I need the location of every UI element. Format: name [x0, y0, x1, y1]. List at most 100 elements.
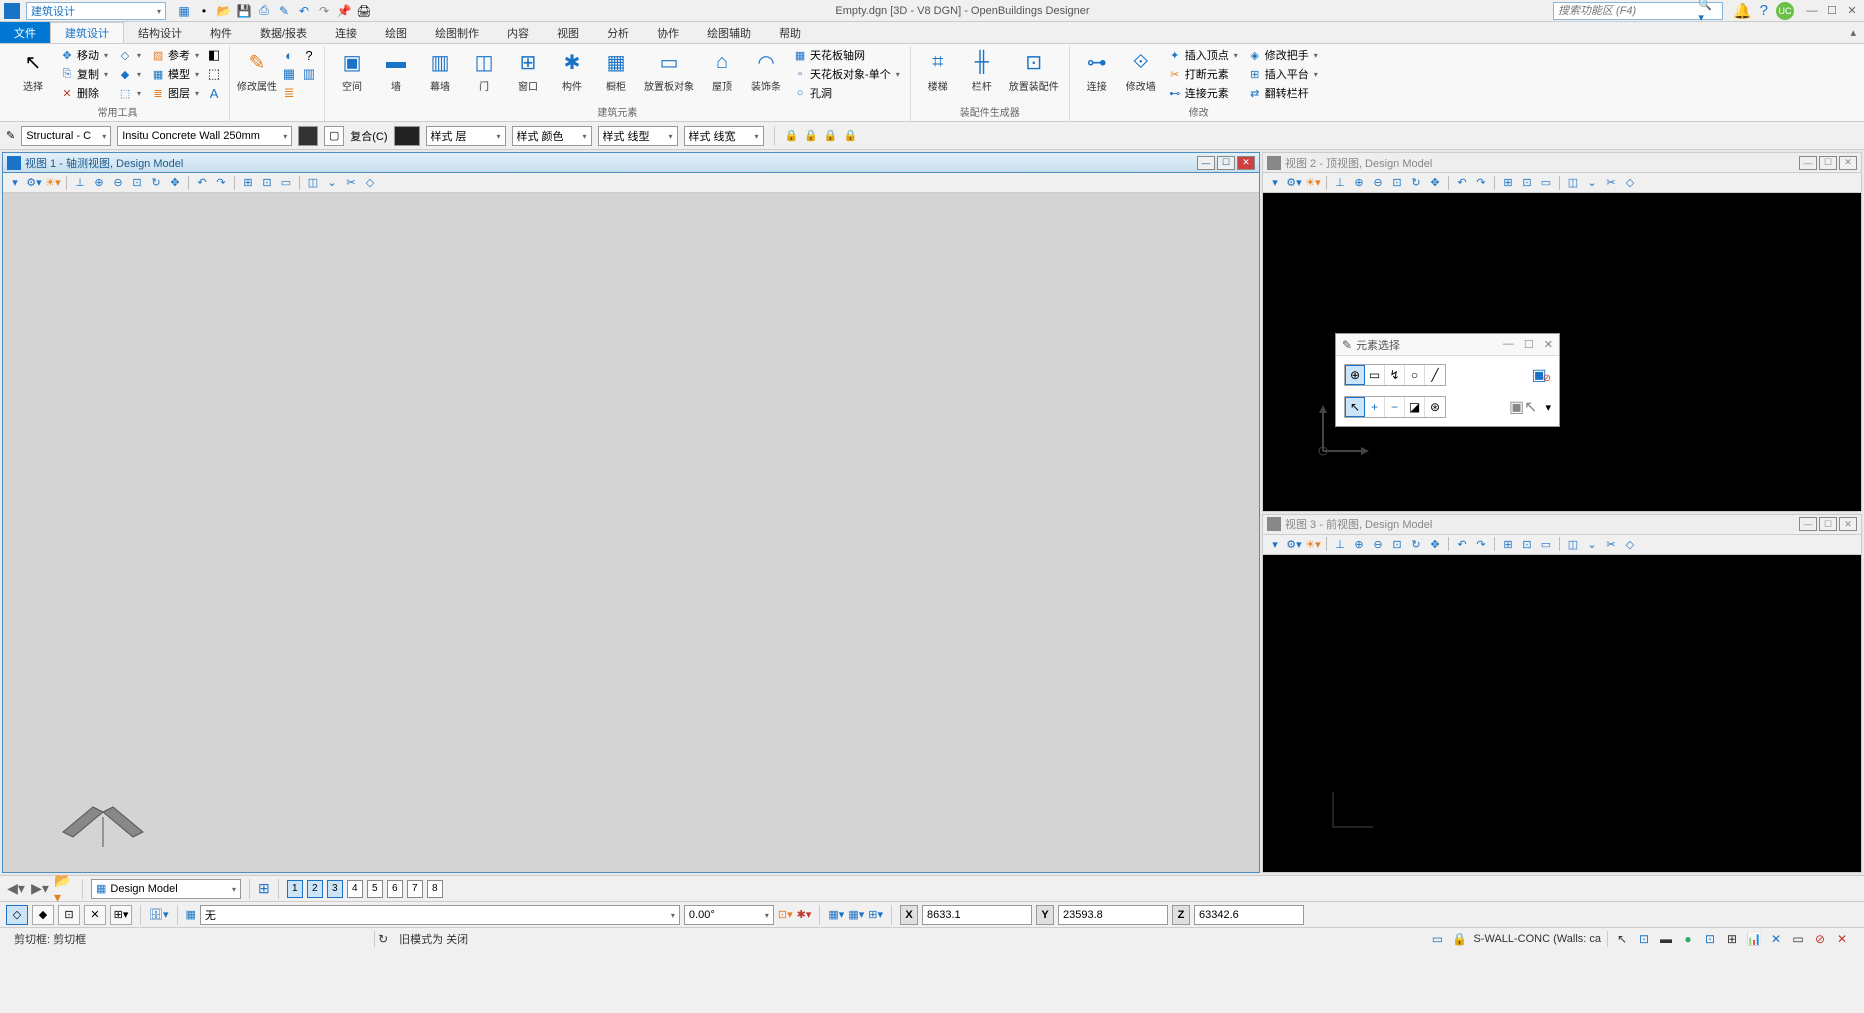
snap-btn-3[interactable]: ⊡ [58, 905, 80, 925]
fliprail-button[interactable]: ⇄翻转栏杆 [1244, 84, 1322, 102]
roof-button[interactable]: ⌂屋顶 [701, 46, 743, 95]
view-max-button[interactable]: ☐ [1217, 156, 1235, 170]
hatch-btn[interactable]: ▢ [324, 126, 344, 146]
prop-c-icon[interactable]: ≣ [280, 84, 298, 102]
tab-view[interactable]: 视图 [543, 22, 593, 43]
grid3-icon[interactable]: ⊞▾ [868, 908, 883, 921]
status-i-icon[interactable]: ▭ [1790, 931, 1806, 947]
grid2-icon[interactable]: ▦▾ [848, 908, 864, 921]
part-dropdown[interactable]: Insitu Concrete Wall 250mm [117, 126, 292, 146]
vt-icon[interactable]: ⊕ [1351, 175, 1367, 191]
vt-icon[interactable]: ↷ [1473, 536, 1489, 552]
status-e-icon[interactable]: ⊡ [1702, 931, 1718, 947]
tab-member[interactable]: 构件 [196, 22, 246, 43]
dlg-min-button[interactable]: — [1503, 338, 1514, 351]
vt-icon[interactable]: ✥ [1427, 536, 1443, 552]
snap-btn-5[interactable]: ⊞▾ [110, 905, 132, 925]
cabinet-button[interactable]: ▦橱柜 [595, 46, 637, 95]
undo-icon[interactable]: ↶ [296, 3, 312, 19]
door-button[interactable]: ◫门 [463, 46, 505, 95]
nav-cube-icon[interactable] [53, 802, 153, 852]
style-color-dd[interactable]: 样式 颜色 [512, 126, 592, 146]
status-c-icon[interactable]: ▬ [1658, 931, 1674, 947]
view-num-8[interactable]: 8 [427, 880, 443, 898]
nav-open-icon[interactable]: 📂▾ [54, 879, 74, 899]
sel-act-add[interactable]: + [1365, 397, 1385, 417]
print-icon[interactable]: 🖨 [356, 3, 372, 19]
vt-c3-icon[interactable]: ▭ [278, 175, 294, 191]
dlg-close-button[interactable]: ✕ [1544, 338, 1553, 351]
vt-zoomin-icon[interactable]: ⊕ [91, 175, 107, 191]
vt-icon[interactable]: ✂ [1603, 175, 1619, 191]
vt-b1-icon[interactable]: ↶ [194, 175, 210, 191]
bell-icon[interactable]: 🔔 [1733, 2, 1752, 20]
wand-icon[interactable]: ✎ [6, 129, 15, 142]
vt-disp-icon[interactable]: ▾ [7, 175, 23, 191]
move-button[interactable]: ✥移动 [56, 46, 112, 64]
vt-icon[interactable]: ⊡ [1389, 175, 1405, 191]
insvertex-button[interactable]: ✦插入顶点 [1164, 46, 1242, 64]
view-max-button[interactable]: ☐ [1819, 517, 1837, 531]
save2-icon[interactable]: ⎙ [256, 3, 272, 19]
view-num-1[interactable]: 1 [287, 880, 303, 898]
space-button[interactable]: ▣空间 [331, 46, 373, 95]
tab-drawaid[interactable]: 绘图辅助 [693, 22, 765, 43]
lock-icon[interactable]: 🔒 [1451, 931, 1467, 947]
modifywall-button[interactable]: ⟐修改墙 [1120, 46, 1162, 95]
vt-c1-icon[interactable]: ⊞ [240, 175, 256, 191]
vt-icon[interactable]: ▭ [1538, 175, 1554, 191]
view-max-button[interactable]: ☐ [1819, 156, 1837, 170]
insplatform-button[interactable]: ⊞插入平台 [1244, 65, 1322, 83]
sel-mode-single[interactable]: ⊕ [1345, 365, 1365, 385]
tab-drawing[interactable]: 绘图 [371, 22, 421, 43]
open-icon[interactable]: 📂 [216, 3, 232, 19]
vt-icon[interactable]: ✥ [1427, 175, 1443, 191]
tab-content[interactable]: 内容 [493, 22, 543, 43]
style-lw-dd[interactable]: 样式 线宽 [684, 126, 764, 146]
vt-icon[interactable]: ↻ [1408, 175, 1424, 191]
vt-e-icon[interactable]: ◇ [362, 175, 378, 191]
tab-collab[interactable]: 协作 [643, 22, 693, 43]
sel-act-invert[interactable]: ◪ [1405, 397, 1425, 417]
vt-b2-icon[interactable]: ↷ [213, 175, 229, 191]
vt-icon[interactable]: ⊖ [1370, 536, 1386, 552]
connelem-button[interactable]: ⊷连接元素 [1164, 84, 1242, 102]
workflow-dropdown[interactable]: 建筑设计 [26, 2, 166, 20]
sel-mode-block[interactable]: ▭ [1365, 365, 1385, 385]
lock4-icon[interactable]: 🔒 [844, 129, 858, 142]
ref-button[interactable]: ▨参考 [147, 46, 203, 64]
vt-icon[interactable]: ↶ [1454, 175, 1470, 191]
vt-icon[interactable]: ⊥ [1332, 536, 1348, 552]
blocks-icon[interactable]: ▦ [186, 908, 196, 921]
none-dropdown[interactable]: 无 [200, 905, 680, 925]
vt-zoomout-icon[interactable]: ⊖ [110, 175, 126, 191]
vt-icon[interactable]: ☀▾ [1305, 175, 1321, 191]
model-button[interactable]: ▦模型 [147, 65, 203, 83]
vt-d1-icon[interactable]: ◫ [305, 175, 321, 191]
copy-button[interactable]: ⎘复制 [56, 65, 112, 83]
vt-icon[interactable]: ◫ [1565, 536, 1581, 552]
vt-icon[interactable]: ⊥ [1332, 175, 1348, 191]
vt-icon[interactable]: ⊡ [1519, 175, 1535, 191]
vt-sun-icon[interactable]: ☀▾ [45, 175, 61, 191]
select-button[interactable]: ↖ 选择 [12, 46, 54, 95]
x-value[interactable]: 8633.1 [922, 905, 1032, 925]
vt-icon[interactable]: ⊞ [1500, 175, 1516, 191]
ceilgrid-button[interactable]: ▦天花板轴网 [789, 46, 904, 64]
sel-act-new[interactable]: ↖ [1345, 397, 1365, 417]
prop-e-icon[interactable]: ▥ [300, 65, 318, 83]
vt-icon[interactable]: ☀▾ [1305, 536, 1321, 552]
minimize-button[interactable]: — [1804, 3, 1820, 19]
vt-d2-icon[interactable]: ⌄ [324, 175, 340, 191]
vt-icon[interactable]: ↷ [1473, 175, 1489, 191]
redo-icon[interactable]: ↷ [316, 3, 332, 19]
snap-btn-1[interactable]: ◇ [6, 905, 28, 925]
vt-icon[interactable]: ◇ [1622, 175, 1638, 191]
ribbon-search[interactable]: 🔍 ▾ [1553, 2, 1723, 20]
vt-icon[interactable]: ▭ [1538, 536, 1554, 552]
nav-back-button[interactable]: ◀▾ [6, 879, 26, 899]
snap-btn-4[interactable]: ✕ [84, 905, 106, 925]
ceilsing-button[interactable]: ▫天花板对象-单个 [789, 65, 904, 83]
prop-a-icon[interactable]: ◐ [280, 46, 298, 64]
tab-drawingprod[interactable]: 绘图制作 [421, 22, 493, 43]
